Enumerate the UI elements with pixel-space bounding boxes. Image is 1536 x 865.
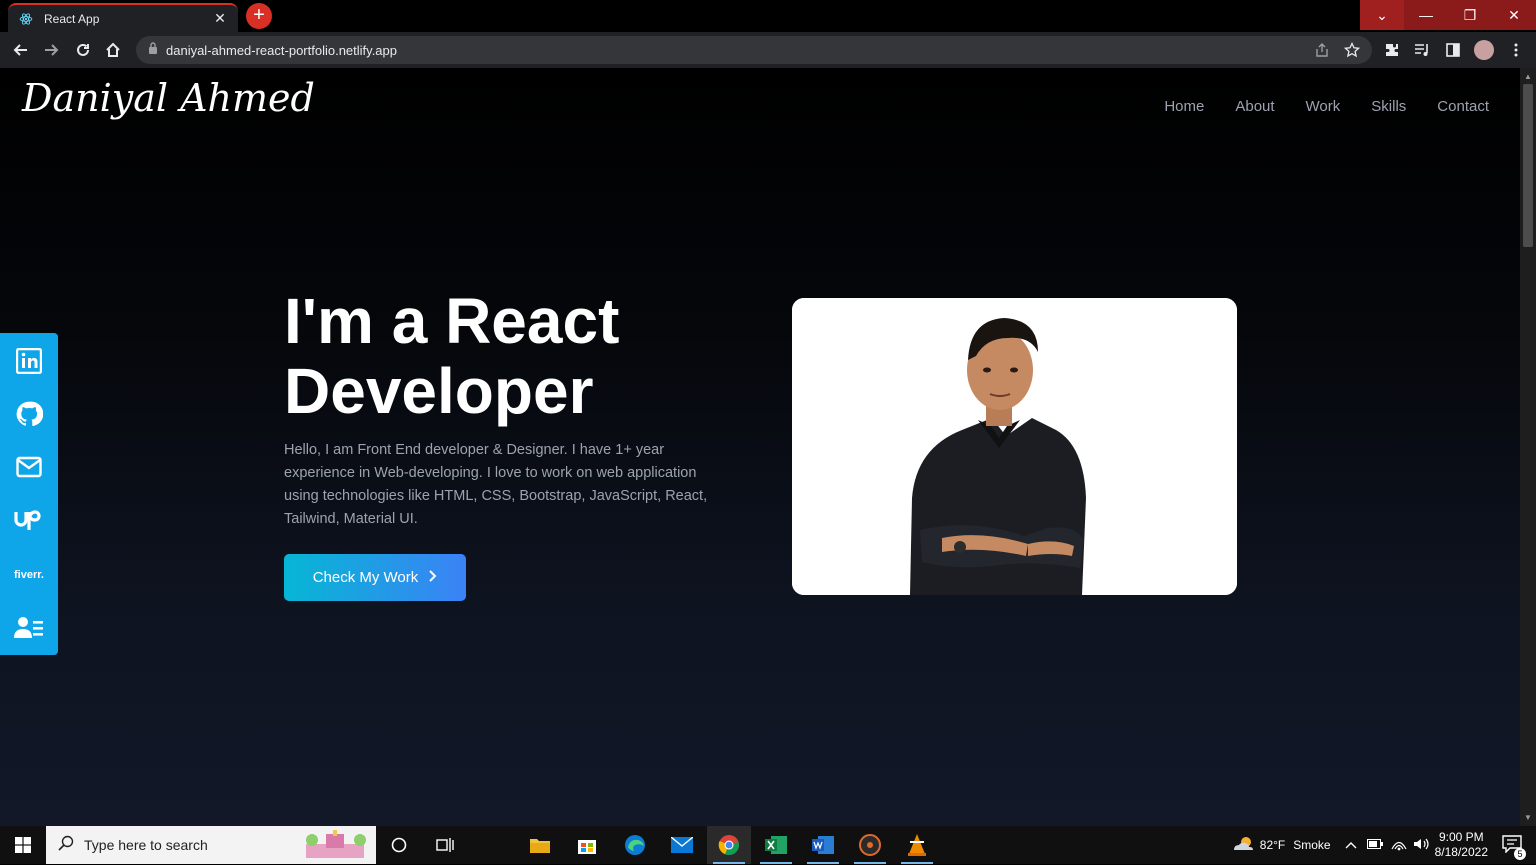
windows-start-icon[interactable] <box>0 826 46 864</box>
microsoft-store-icon[interactable] <box>565 826 609 864</box>
react-icon <box>18 11 34 27</box>
file-explorer-icon[interactable] <box>518 826 562 864</box>
check-my-work-button[interactable]: Check My Work <box>284 554 466 601</box>
media-player-icon[interactable] <box>848 826 892 864</box>
site-nav: Home About Work Skills Contact <box>1164 98 1489 115</box>
url-text: daniyal-ahmed-react-portfolio.netlify.ap… <box>166 42 397 58</box>
battery-icon[interactable] <box>1366 838 1383 852</box>
vlc-icon[interactable] <box>895 826 939 864</box>
browser-tab[interactable]: React App ✕ <box>8 3 238 32</box>
notifications-icon[interactable]: 5 <box>1502 834 1526 860</box>
weather-icon[interactable] <box>1232 836 1254 855</box>
chevron-right-icon <box>428 569 437 587</box>
close-window-icon[interactable]: ✕ <box>1492 0 1536 30</box>
side-panel-icon[interactable] <box>1441 38 1465 62</box>
chevron-up-icon[interactable] <box>1345 838 1357 852</box>
hero-title: I'm a React Developer <box>284 286 619 426</box>
edge-icon[interactable] <box>613 826 657 864</box>
nav-contact[interactable]: Contact <box>1437 98 1489 115</box>
profile-photo <box>792 298 1237 595</box>
restore-icon[interactable]: ❐ <box>1448 0 1492 30</box>
mail-app-icon[interactable] <box>660 826 704 864</box>
system-tray: 82°F Smoke 9:00 PM 8/18/2022 5 <box>1232 826 1536 864</box>
chrome-icon[interactable] <box>707 826 751 864</box>
forward-icon[interactable] <box>39 38 63 62</box>
linkedin-icon[interactable] <box>0 336 58 386</box>
home-icon[interactable] <box>101 38 125 62</box>
excel-icon[interactable] <box>754 826 798 864</box>
windows-taskbar: Type here to search 82°F Smoke 9:00 PM 8… <box>0 826 1536 864</box>
menu-kebab-icon[interactable] <box>1504 38 1528 62</box>
scroll-up-arrow-icon[interactable]: ▲ <box>1524 72 1532 81</box>
hero-title-line1: I'm a React <box>284 285 620 357</box>
back-icon[interactable] <box>9 38 33 62</box>
new-tab-button[interactable]: + <box>246 3 272 29</box>
search-highlight-illustration-icon <box>300 830 370 865</box>
nav-home[interactable]: Home <box>1164 98 1204 115</box>
tab-search-icon[interactable]: ⌄ <box>1360 0 1404 30</box>
search-placeholder: Type here to search <box>84 837 208 853</box>
person-portrait-image <box>792 298 1237 595</box>
notification-count: 5 <box>1514 847 1526 860</box>
tab-title: React App <box>44 11 100 26</box>
reload-icon[interactable] <box>71 38 95 62</box>
site-logo[interactable]: Daniyal Ahmed <box>22 76 315 120</box>
scroll-down-arrow-icon[interactable]: ▼ <box>1524 813 1532 822</box>
cortana-icon[interactable] <box>377 826 421 864</box>
scroll-thumb[interactable] <box>1523 84 1533 247</box>
task-view-icon[interactable] <box>423 826 467 864</box>
search-icon <box>58 835 74 856</box>
page-scrollbar[interactable]: ▲ ▼ <box>1520 68 1536 826</box>
share-icon[interactable] <box>1314 42 1330 63</box>
upwork-icon[interactable] <box>0 495 58 545</box>
network-wifi-icon[interactable] <box>1391 837 1407 854</box>
browser-toolbar: daniyal-ahmed-react-portfolio.netlify.ap… <box>0 32 1536 68</box>
social-sidebar: fiverr. <box>0 333 58 655</box>
weather-description[interactable]: Smoke <box>1293 838 1330 852</box>
weather-temp[interactable]: 82°F <box>1260 838 1285 852</box>
nav-about[interactable]: About <box>1235 98 1274 115</box>
lock-icon[interactable] <box>148 41 158 59</box>
fiverr-link[interactable]: fiverr. <box>0 550 58 600</box>
clock-date: 8/18/2022 <box>1434 845 1488 859</box>
hero-description: Hello, I am Front End developer & Design… <box>284 442 708 527</box>
nav-skills[interactable]: Skills <box>1371 98 1406 115</box>
clock-time: 9:00 PM <box>1438 830 1484 844</box>
extensions-icon[interactable] <box>1380 38 1404 62</box>
taskbar-search[interactable]: Type here to search <box>46 826 376 864</box>
volume-icon[interactable] <box>1413 837 1429 854</box>
mail-icon[interactable] <box>0 442 58 492</box>
clock[interactable]: 9:00 PM 8/18/2022 <box>1435 830 1488 860</box>
profile-avatar[interactable] <box>1472 38 1496 62</box>
tab-strip: React App ✕ + ⌄ — ❐ ✕ <box>0 0 1536 32</box>
minimize-icon[interactable]: — <box>1404 0 1448 30</box>
media-control-icon[interactable] <box>1410 38 1434 62</box>
window-controls: ⌄ — ❐ ✕ <box>1360 0 1536 30</box>
hero-title-line2: Developer <box>284 355 594 427</box>
resume-contact-icon[interactable] <box>0 603 58 653</box>
cta-label: Check My Work <box>312 569 419 586</box>
close-tab-icon[interactable]: ✕ <box>212 10 228 27</box>
github-icon[interactable] <box>0 389 58 439</box>
address-bar[interactable]: daniyal-ahmed-react-portfolio.netlify.ap… <box>136 36 1372 64</box>
nav-work[interactable]: Work <box>1306 98 1341 115</box>
page-viewport: Daniyal Ahmed Home About Work Skills Con… <box>0 68 1520 826</box>
bookmark-star-icon[interactable] <box>1343 41 1361 63</box>
word-icon[interactable] <box>801 826 845 864</box>
